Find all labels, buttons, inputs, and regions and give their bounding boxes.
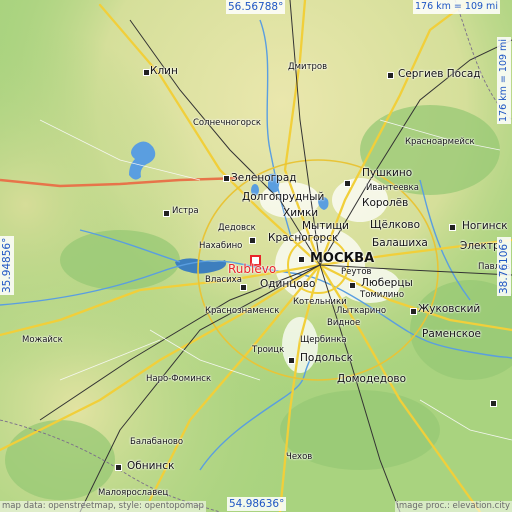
city-dot-sergiev-posad bbox=[387, 72, 394, 79]
city-dot-bronnitsy bbox=[490, 400, 497, 407]
place-maloyaroslavets[interactable]: Малоярославец bbox=[98, 488, 168, 498]
city-dot-noginsk bbox=[449, 224, 456, 231]
place-dedovsk[interactable]: Дедовск bbox=[218, 223, 256, 233]
city-dot-zelenograd bbox=[223, 175, 230, 182]
place-reutov[interactable]: Реутов bbox=[341, 267, 372, 277]
place-lytkarino[interactable]: Лыткарино bbox=[336, 306, 386, 316]
city-dot-zhukovsky bbox=[410, 308, 417, 315]
image-attribution: image proc.: elevation.city bbox=[394, 501, 512, 512]
place-vlasikha[interactable]: Власиха bbox=[205, 275, 242, 285]
place-istra[interactable]: Истра bbox=[172, 206, 199, 216]
city-dot-klin bbox=[143, 69, 150, 76]
city-dot-odintsovo bbox=[240, 284, 247, 291]
city-dot-krasnogorsk bbox=[249, 237, 256, 244]
city-dot-istra bbox=[163, 210, 170, 217]
place-obninsk[interactable]: Обнинск bbox=[127, 460, 174, 472]
place-balabanovo[interactable]: Балабаново bbox=[130, 437, 183, 447]
place-krasnoarmeysk[interactable]: Красноармейск bbox=[405, 137, 475, 147]
place-chekhov[interactable]: Чехов bbox=[286, 452, 312, 462]
top-latitude: 56.56788° bbox=[226, 0, 286, 14]
city-dot-pushkino bbox=[344, 180, 351, 187]
scale-top: 176 km = 109 mi bbox=[413, 0, 500, 14]
place-zhukovsky[interactable]: Жуковский bbox=[418, 303, 480, 315]
marked-place-label[interactable]: Rublevo bbox=[228, 262, 276, 276]
place-elektrostal[interactable]: Электр bbox=[460, 240, 500, 252]
place-dolgoprudny[interactable]: Долгопрудный bbox=[242, 191, 324, 203]
place-shchelkovo[interactable]: Щёлково bbox=[370, 219, 420, 231]
place-khimki[interactable]: Химки bbox=[283, 207, 318, 219]
bottom-latitude: 54.98636° bbox=[227, 497, 287, 511]
place-dmitrov[interactable]: Дмитров bbox=[288, 62, 327, 72]
map-attribution: map data: openstreetmap, style: opentopo… bbox=[0, 501, 206, 512]
place-domodedovo[interactable]: Домодедово bbox=[337, 373, 406, 385]
place-odintsovo[interactable]: Одинцово bbox=[260, 278, 315, 290]
place-podolsk[interactable]: Подольск bbox=[300, 352, 353, 364]
scale-right: 176 km = 109 mi bbox=[497, 37, 511, 124]
place-troitsk[interactable]: Троицк bbox=[252, 345, 284, 355]
place-shcherbinka[interactable]: Щербинка bbox=[300, 335, 347, 345]
place-mytishchi[interactable]: Мытищи bbox=[302, 220, 349, 232]
map-view[interactable]: Клин Дмитров Сергиев Посад Солнечногорск… bbox=[0, 0, 512, 512]
city-dot-podolsk bbox=[288, 357, 295, 364]
place-sergiev-posad[interactable]: Сергиев Посад bbox=[398, 68, 481, 80]
place-naro-fominsk[interactable]: Наро-Фоминск bbox=[146, 374, 211, 384]
place-krasnogorsk[interactable]: Красногорск bbox=[268, 232, 338, 244]
place-tomilino[interactable]: Томилино bbox=[360, 290, 404, 300]
place-pushkino[interactable]: Пушкино bbox=[362, 167, 412, 179]
place-balashikha[interactable]: Балашиха bbox=[372, 237, 428, 249]
place-krasnoznamensk[interactable]: Краснознаменск bbox=[205, 306, 279, 316]
place-noginsk[interactable]: Ногинск bbox=[462, 220, 508, 232]
place-ivanteevka[interactable]: Ивантеевка bbox=[366, 183, 419, 193]
place-vidnoe[interactable]: Видное bbox=[327, 318, 360, 328]
left-longitude: 35.94856° bbox=[0, 235, 14, 295]
place-moskva[interactable]: МОСКВА bbox=[310, 251, 374, 266]
right-longitude: 38.76106° bbox=[497, 236, 511, 296]
city-dot-lyubertsy bbox=[349, 282, 356, 289]
place-korolev[interactable]: Королёв bbox=[362, 197, 408, 209]
city-dot-obninsk bbox=[115, 464, 122, 471]
place-ramenskoe[interactable]: Раменское bbox=[422, 328, 481, 340]
place-lyubertsy[interactable]: Люберцы bbox=[361, 277, 413, 289]
place-solnechnogorsk[interactable]: Солнечногорск bbox=[193, 118, 261, 128]
place-mozhaysk[interactable]: Можайск bbox=[22, 335, 63, 345]
place-klin[interactable]: Клин bbox=[150, 65, 178, 77]
place-nakhabino[interactable]: Нахабино bbox=[199, 241, 242, 251]
city-dot-moskva bbox=[298, 256, 305, 263]
place-zelenograd[interactable]: Зеленоград bbox=[231, 172, 297, 184]
